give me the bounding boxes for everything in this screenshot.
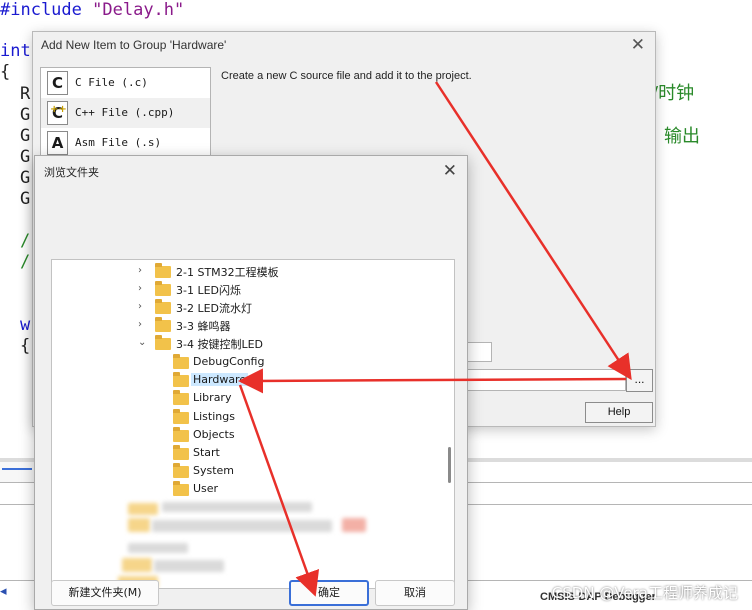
arrow-to-ok-button xyxy=(238,384,320,597)
watermark: CSDN @Vera工程师养成记 xyxy=(551,584,738,602)
arrow-to-hardware-folder xyxy=(238,368,627,394)
arrow-to-browse-button xyxy=(434,81,632,381)
annotation-arrows xyxy=(238,81,632,597)
